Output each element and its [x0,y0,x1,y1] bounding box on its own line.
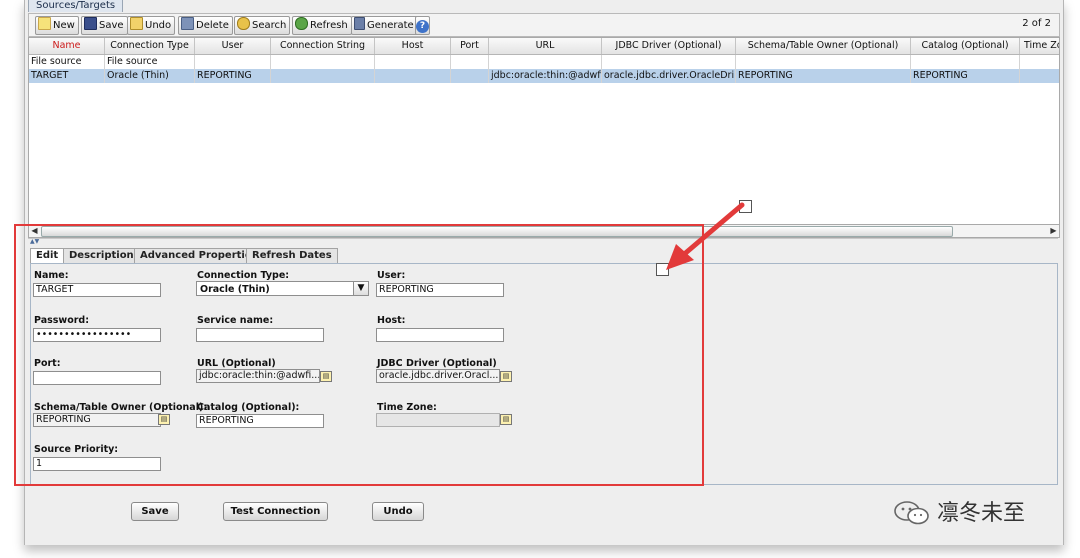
cell-jdbc-driver: oracle.jdbc.driver.OracleDri... [604,69,736,83]
help-button[interactable]: ? [415,16,430,35]
undo-button[interactable]: Undo [127,16,176,35]
cell-name: File source [29,55,105,69]
column-header[interactable]: Connection Type [105,38,195,54]
column-header[interactable]: Port [451,38,489,54]
column-header[interactable]: JDBC Driver (Optional) [602,38,736,54]
column-header[interactable]: URL [489,38,602,54]
table-row[interactable]: File source File source [29,55,1059,70]
refresh-icon [295,17,308,30]
cell-port [451,55,489,69]
cell-schema-owner [736,55,911,69]
page-indicator: 2 of 2 [1022,18,1051,29]
scroll-right-icon[interactable]: ▶ [1048,225,1059,236]
delete-button[interactable]: Delete [178,16,233,35]
column-header[interactable]: Host [375,38,451,54]
refresh-button[interactable]: Refresh [292,16,352,35]
cell-host [375,55,451,69]
column-header[interactable]: Catalog (Optional) [911,38,1020,54]
annotation-highlight-box [14,224,704,486]
search-button[interactable]: Search [234,16,291,35]
column-header[interactable]: Name [29,38,105,54]
floppy-icon [84,17,97,30]
cell-jdbc-driver [602,55,736,69]
wand-icon [354,17,365,30]
watermark: 凛冬未至 [893,495,1026,526]
wechat-icon [894,501,929,525]
test-connection-button[interactable]: Test Connection [223,502,328,521]
cell-time-zone [1020,55,1059,69]
generate-button[interactable]: Generate [351,16,418,35]
cell-host [375,69,451,83]
column-header[interactable]: User [195,38,271,54]
cell-name: TARGET [29,69,105,83]
new-icon [38,17,51,30]
annotation-arrow-icon [666,202,745,270]
cell-port [451,69,489,83]
cell-user [195,55,271,69]
save-button[interactable]: Save [81,16,128,35]
cell-connection-type: File source [105,55,195,69]
cell-url: jdbc:oracle:thin:@adwfi... [491,69,602,83]
new-button[interactable]: New [35,16,79,35]
form-save-button[interactable]: Save [131,502,179,521]
cell-schema-owner: REPORTING [736,69,911,83]
cell-user: REPORTING [195,69,271,83]
toolbar: New Save Undo Delete Search Refresh Gene… [28,13,1060,37]
tab-sources-targets[interactable]: Sources/Targets [28,0,124,12]
cell-catalog: REPORTING [911,69,1020,83]
column-header[interactable]: Schema/Table Owner (Optional) [736,38,911,54]
trash-icon [181,17,194,30]
cell-connection-string [271,69,375,83]
cell-connection-string [271,55,375,69]
table-row-selected[interactable]: TARGET Oracle (Thin) REPORTING jdbc:orac… [29,69,1059,83]
table-header: Name Connection Type User Connection Str… [29,38,1059,55]
column-header[interactable]: Time Zo [1020,38,1059,54]
cell-time-zone [1020,69,1059,83]
cell-catalog [911,55,1020,69]
search-icon [237,17,250,30]
cell-connection-type: Oracle (Thin) [105,69,195,83]
form-undo-button[interactable]: Undo [372,502,424,521]
help-icon: ? [416,20,429,33]
cell-url [489,55,602,69]
sources-table: Name Connection Type User Connection Str… [28,37,1060,226]
undo-icon [130,17,143,30]
column-header[interactable]: Connection String [271,38,375,54]
watermark-text: 凛冬未至 [937,501,1026,526]
